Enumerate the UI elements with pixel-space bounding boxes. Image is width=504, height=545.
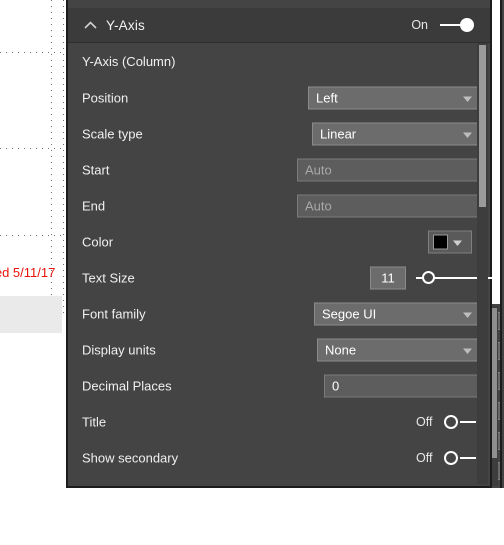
toggle-knob — [444, 415, 458, 429]
title-toggle[interactable] — [442, 413, 480, 431]
color-swatch[interactable] — [433, 234, 448, 250]
row-end: End Auto — [68, 188, 480, 224]
canvas-visual-card[interactable] — [0, 296, 62, 333]
display-units-dropdown[interactable]: None — [317, 338, 480, 362]
start-input[interactable]: Auto — [297, 158, 480, 182]
format-pane-scrollbar[interactable] — [477, 43, 488, 484]
subsection-label: Y-Axis (Column) — [82, 54, 176, 69]
panel-far-edge — [500, 0, 504, 488]
text-size-input[interactable]: 11 — [370, 266, 406, 290]
position-dropdown[interactable]: Left — [308, 86, 480, 110]
row-label-title: Title — [82, 414, 107, 430]
row-label-start: Start — [82, 162, 110, 178]
row-position: Position Left — [68, 80, 480, 116]
toggle-track — [460, 457, 476, 459]
show-secondary-toggle-label: Off — [416, 451, 433, 465]
show-secondary-toggle[interactable] — [442, 449, 480, 467]
row-decimal-places: Decimal Places 0 — [68, 368, 480, 404]
row-text-size: Text Size 11 — [68, 260, 494, 296]
format-pane-scrollbar-thumb[interactable] — [479, 45, 486, 207]
chevron-down-icon — [463, 343, 472, 358]
section-header-y-axis[interactable]: Y-Axis On — [68, 8, 490, 43]
chevron-down-icon — [463, 307, 472, 322]
row-label-text-size: Text Size — [82, 270, 135, 286]
slider-thumb[interactable] — [422, 271, 435, 284]
decimal-places-input[interactable]: 0 — [324, 374, 480, 398]
section-toggle-label: On — [411, 18, 428, 32]
decimal-places-value: 0 — [332, 378, 340, 394]
canvas-gridline-horizontal — [0, 52, 66, 53]
row-label-scale-type: Scale type — [82, 126, 143, 142]
format-pane[interactable]: Y-Axis On Y-Axis (Column) Position Left … — [66, 0, 494, 488]
canvas-gridline-vertical — [63, 0, 64, 318]
display-units-dropdown-value: None — [325, 342, 357, 358]
scale-type-dropdown-value: Linear — [320, 126, 357, 142]
toggle-knob — [444, 451, 458, 465]
chevron-down-icon — [463, 127, 472, 142]
end-input-placeholder: Auto — [305, 198, 332, 214]
row-scale-type: Scale type Linear — [68, 116, 480, 152]
section-title: Y-Axis — [106, 17, 145, 33]
row-title: Title Off — [68, 404, 476, 440]
toggle-track — [440, 24, 462, 26]
canvas-gridline-horizontal — [0, 148, 66, 149]
position-dropdown-value: Left — [316, 90, 338, 106]
row-label-color: Color — [82, 234, 114, 250]
canvas-annotation-text: ated 5/11/17 — [0, 265, 56, 280]
row-label-show-secondary: Show secondary — [82, 450, 179, 466]
canvas-gridline-horizontal — [0, 235, 66, 236]
row-color: Color — [68, 224, 476, 260]
row-label-position: Position — [82, 90, 129, 106]
toggle-track — [460, 421, 476, 423]
row-label-display-units: Display units — [82, 342, 156, 358]
row-font-family: Font family Segoe UI — [68, 296, 480, 332]
row-label-end: End — [82, 198, 106, 214]
start-input-placeholder: Auto — [305, 162, 332, 178]
chevron-down-icon — [463, 91, 472, 106]
font-family-dropdown[interactable]: Segoe UI — [314, 302, 480, 326]
row-label-font-family: Font family — [82, 306, 146, 322]
toggle-knob — [460, 18, 474, 32]
y-axis-toggle[interactable] — [438, 16, 476, 34]
row-display-units: Display units None — [68, 332, 480, 368]
format-pane-body: Y-Axis (Column) Position Left Scale type… — [68, 43, 494, 484]
title-toggle-label: Off — [416, 415, 433, 429]
row-show-secondary: Show secondary Off — [68, 440, 476, 476]
row-label-decimal-places: Decimal Places — [82, 378, 172, 394]
chevron-down-icon[interactable] — [453, 235, 462, 250]
font-family-dropdown-value: Segoe UI — [322, 306, 377, 322]
color-picker[interactable] — [428, 230, 472, 254]
text-size-value: 11 — [381, 270, 395, 286]
end-input[interactable]: Auto — [297, 194, 480, 218]
chevron-up-icon[interactable] — [80, 21, 100, 29]
scale-type-dropdown[interactable]: Linear — [312, 122, 480, 146]
row-start: Start Auto — [68, 152, 480, 188]
